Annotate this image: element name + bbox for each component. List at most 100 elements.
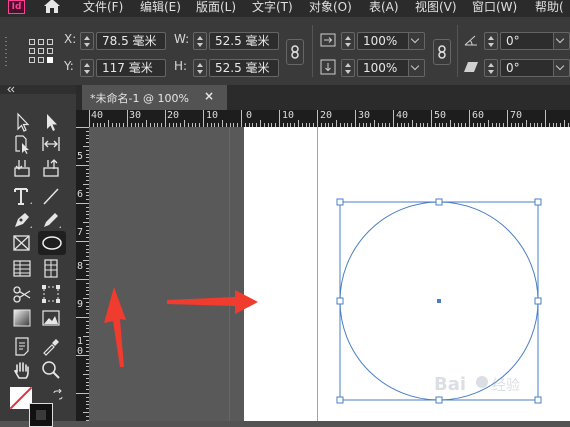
- vertical-table-icon[interactable]: [40, 257, 62, 279]
- h-ruler-label: 60: [472, 110, 485, 121]
- menu-object[interactable]: 对象(O): [309, 0, 352, 15]
- type-tool-icon[interactable]: [11, 185, 33, 207]
- table-icon[interactable]: [11, 257, 33, 279]
- note-tool-icon[interactable]: [11, 335, 33, 357]
- scissors-tool-icon[interactable]: [11, 283, 33, 305]
- menu-bar: Id 文件(F) 编辑(E) 版面(L) 文字(T) 对象(O) 表(A) 视图…: [0, 0, 570, 17]
- menu-window[interactable]: 窗口(W): [472, 0, 517, 15]
- v-ruler-label: 7: [77, 227, 84, 238]
- column-guide: [317, 127, 318, 421]
- h-ruler-label: 10: [206, 110, 219, 121]
- svg-text:经验: 经验: [492, 378, 520, 394]
- ruler-origin[interactable]: [76, 110, 89, 127]
- pen-tool-icon[interactable]: [11, 209, 33, 231]
- constrain-proportions-button[interactable]: [286, 39, 304, 65]
- zoom-tool-icon[interactable]: [40, 359, 62, 381]
- v-ruler-label: 5: [77, 151, 84, 162]
- watermark-logo: Bai 经验: [432, 370, 542, 400]
- menu-layout[interactable]: 版面(L): [196, 0, 236, 15]
- scale-x-stepper[interactable]: [341, 32, 355, 50]
- menu-help[interactable]: 帮助(: [535, 0, 564, 15]
- w-label: W:: [174, 32, 190, 46]
- document-tab[interactable]: *未命名-1 @ 100% ×: [82, 85, 227, 110]
- menu-view[interactable]: 视图(V): [415, 0, 457, 15]
- home-icon[interactable]: [42, 0, 62, 15]
- selection-tool-icon[interactable]: [11, 111, 33, 133]
- collapse-icon[interactable]: [6, 86, 16, 93]
- shear-stepper[interactable]: [484, 59, 498, 77]
- h-ruler-label: 20: [167, 110, 180, 121]
- y-stepper[interactable]: [80, 59, 94, 77]
- scale-x-dropdown[interactable]: [408, 32, 425, 50]
- bleed-guide: [229, 127, 230, 421]
- h-ruler-label: 30: [358, 110, 371, 121]
- constrain-scale-button[interactable]: [433, 39, 451, 65]
- annotation-arrow-right: [167, 290, 258, 314]
- fill-stroke-icon[interactable]: [10, 387, 66, 427]
- x-stepper[interactable]: [80, 32, 94, 50]
- reference-point-icon[interactable]: [28, 38, 54, 64]
- close-icon[interactable]: ×: [204, 89, 214, 103]
- rectangle-frame-tool-icon[interactable]: [11, 232, 33, 254]
- page-tool-icon[interactable]: [11, 133, 33, 155]
- y-label: Y:: [64, 59, 74, 73]
- rotate-stepper[interactable]: [484, 32, 498, 50]
- hand-tool-icon[interactable]: [11, 359, 33, 381]
- gradient-feather-tool-icon[interactable]: [40, 307, 62, 329]
- pencil-tool-icon[interactable]: [40, 209, 62, 231]
- swap-fill-stroke-icon[interactable]: [52, 389, 64, 401]
- scale-y-dropdown[interactable]: [408, 59, 425, 77]
- line-tool-icon[interactable]: [40, 185, 62, 207]
- h-ruler-label: 40: [91, 110, 104, 121]
- menu-edit[interactable]: 编辑(E): [140, 0, 181, 15]
- menu-table[interactable]: 表(A): [369, 0, 399, 15]
- ellipse-tool-button[interactable]: [38, 231, 66, 255]
- h-ruler-label: 0: [246, 110, 253, 121]
- vertical-ruler-ticks: [76, 127, 89, 421]
- eyedropper-tool-icon[interactable]: [40, 335, 62, 357]
- x-field[interactable]: 78.5 毫米: [96, 32, 166, 50]
- ellipse-tool-icon: [42, 236, 62, 250]
- document-tab-title: *未命名-1 @ 100%: [90, 92, 189, 105]
- gap-tool-icon[interactable]: [40, 133, 62, 155]
- h-field[interactable]: 52.5 毫米: [209, 59, 279, 77]
- scale-y-field[interactable]: 100%: [357, 59, 409, 77]
- gradient-swatch-tool-icon[interactable]: [11, 307, 33, 329]
- tools-panel-header[interactable]: [0, 85, 76, 94]
- constrain-scale-icon: [438, 45, 446, 59]
- menu-type[interactable]: 文字(T): [252, 0, 293, 15]
- direct-selection-tool-icon[interactable]: [40, 111, 62, 133]
- y-field[interactable]: 117 毫米: [96, 59, 166, 77]
- app-logo: Id: [8, 0, 25, 14]
- shear-field[interactable]: 0°: [500, 59, 554, 77]
- h-ruler-label: 50: [434, 110, 447, 121]
- h-ruler-label: 40: [396, 110, 409, 121]
- v-ruler-label: 6: [77, 189, 84, 200]
- h-ruler-label: 70: [510, 110, 523, 121]
- v-ruler-label: 9: [77, 299, 84, 310]
- horizontal-ruler[interactable]: 40 30 20 10 0 10 20 30 40 50 60 70: [89, 110, 570, 127]
- free-transform-tool-icon[interactable]: [40, 283, 62, 305]
- scale-y-stepper[interactable]: [341, 59, 355, 77]
- vertical-ruler[interactable]: 5 6 7 8 9 10: [76, 127, 89, 421]
- rotate-dropdown[interactable]: [553, 32, 570, 50]
- stroke-swatch[interactable]: [29, 403, 53, 427]
- h-ruler-label: 30: [129, 110, 142, 121]
- content-collector-icon[interactable]: [11, 157, 33, 179]
- scale-x-field[interactable]: 100%: [357, 32, 409, 50]
- v-ruler-label: 10: [77, 336, 84, 357]
- shear-angle-icon: [464, 62, 478, 72]
- control-panel: X: 78.5 毫米 Y: 117 毫米 W: 52.5 毫米 H: 52.5 …: [0, 17, 570, 86]
- w-field[interactable]: 52.5 毫米: [209, 32, 279, 50]
- shear-dropdown[interactable]: [553, 59, 570, 77]
- rotate-field[interactable]: 0°: [500, 32, 554, 50]
- panel-grip[interactable]: [5, 35, 9, 69]
- w-stepper[interactable]: [193, 32, 207, 50]
- menu-file[interactable]: 文件(F): [83, 0, 123, 15]
- svg-text:Bai: Bai: [434, 374, 466, 395]
- h-stepper[interactable]: [193, 59, 207, 77]
- h-ruler-label: 10: [282, 110, 295, 121]
- content-placer-icon[interactable]: [40, 157, 62, 179]
- scale-y-icon: [320, 59, 336, 75]
- x-label: X:: [64, 32, 77, 46]
